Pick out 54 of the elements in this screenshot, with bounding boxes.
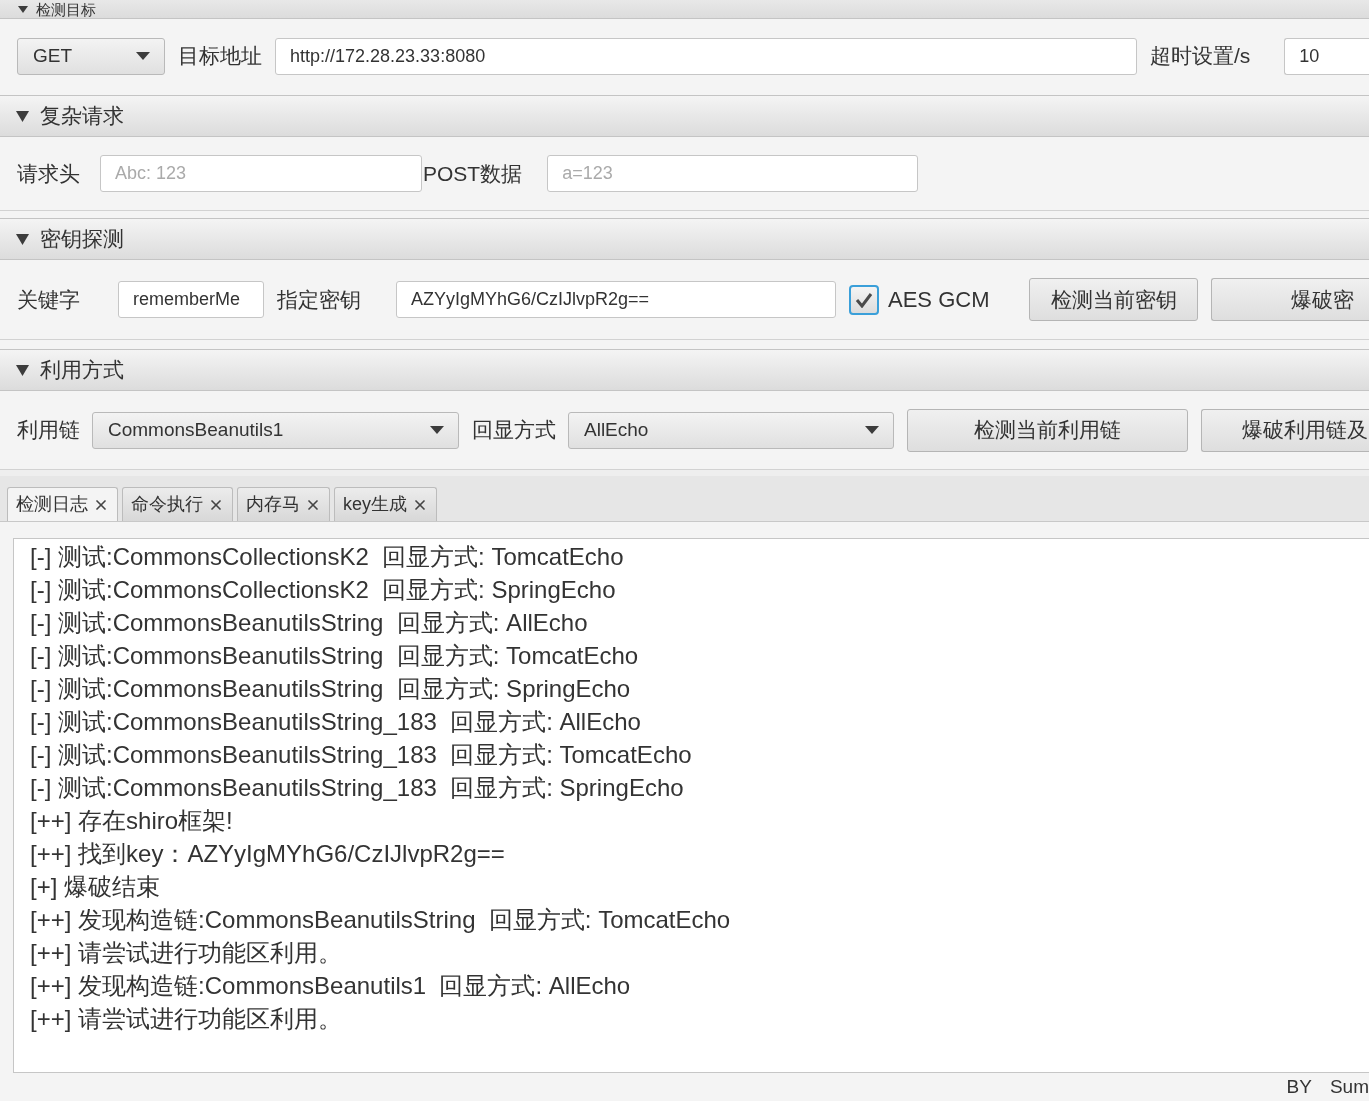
status-text: BY [1286, 1075, 1312, 1099]
log-line: [++] 发现构造链:CommonsBeanutilsString 回显方式: TomcatEcho [30, 905, 731, 935]
tab[interactable]: 内存马 [237, 487, 330, 521]
caret-icon [430, 426, 444, 434]
checkmark-icon [855, 291, 873, 308]
log-line: [++] 找到key：AZYyIgMYhG6/CzIJlvpR2g== [30, 839, 505, 869]
field-label: 指定密钥 [277, 286, 361, 313]
check-chain-button[interactable]: 检测当前利用链 [907, 408, 1188, 452]
field-label: 关键字 [17, 286, 80, 313]
checkbox-label: AES GCM [888, 286, 990, 314]
field-label: 利用链 [17, 417, 80, 444]
keyword-field[interactable]: rememberMe [118, 281, 264, 318]
collapse-triangle-icon[interactable] [16, 364, 29, 376]
key-field[interactable]: AZYyIgMYhG6/CzIJlvpR2g== [396, 281, 836, 318]
log-line: [-] 测试:CommonsBeanutilsString 回显方式: SpringEcho [30, 674, 631, 704]
field-label: 目标地址 [178, 43, 262, 70]
chain-dropdown[interactable]: CommonsBeanutils1 [92, 411, 459, 449]
log-line: [-] 测试:CommonsBeanutilsString 回显方式: TomcatEcho [30, 641, 639, 671]
field-label: 请求头 [17, 160, 80, 187]
collapse-triangle-icon[interactable] [18, 5, 28, 13]
caret-icon [136, 52, 150, 60]
log-line: [++] 请尝试进行功能区利用。 [30, 938, 343, 968]
log-line: [-] 测试:CommonsCollectionsK2 回显方式: TomcatEcho [30, 542, 624, 572]
log-line: [++] 发现构造链:CommonsBeanutils1 回显方式: AllEcho [30, 971, 631, 1001]
field-label: 回显方式 [472, 417, 556, 444]
aes-gcm-checkbox[interactable] [849, 284, 879, 315]
log-line: [++] 请尝试进行功能区利用。 [30, 1004, 343, 1034]
log-line: [-] 测试:CommonsBeanutilsString_183 回显方式: SpringEcho [30, 773, 684, 803]
tab[interactable]: key生成 [334, 487, 437, 521]
check-key-button[interactable]: 检测当前密钥 [1029, 278, 1199, 321]
tab[interactable]: 检测日志 [7, 487, 118, 521]
collapse-triangle-icon[interactable] [16, 110, 29, 122]
collapse-triangle-icon[interactable] [16, 233, 29, 245]
echo-dropdown[interactable]: AllEcho [568, 411, 894, 449]
log-line: [-] 测试:CommonsBeanutilsString_183 回显方式: TomcatEcho [30, 740, 692, 770]
brute-force-chain-button[interactable]: 爆破利用链及 [1201, 408, 1369, 452]
url-field[interactable]: http://172.28.23.33:8080 [275, 37, 1137, 75]
timeout-field[interactable]: 10 [1284, 37, 1369, 75]
method-dropdown[interactable]: GET [17, 37, 165, 75]
section-header[interactable]: 复杂请求 [0, 95, 1369, 137]
log-line: [-] 测试:CommonsBeanutilsString 回显方式: AllEcho [30, 608, 588, 638]
caret-icon [865, 426, 879, 434]
log-line: [-] 测试:CommonsBeanutilsString_183 回显方式: AllEcho [30, 707, 641, 737]
log-line: [++] 存在shiro框架! [30, 806, 233, 836]
section-header[interactable]: 密钥探测 [0, 218, 1369, 260]
section-header[interactable]: 利用方式 [0, 349, 1369, 391]
brute-force-key-button[interactable]: 爆破密 [1211, 278, 1369, 321]
field-label: 超时设置/s [1150, 43, 1251, 70]
status-text: Sum [1329, 1075, 1369, 1099]
log-line: [+] 爆破结束 [30, 872, 161, 902]
field-label: POST数据 [423, 160, 523, 187]
section-header[interactable]: 检测目标 [0, 0, 1369, 19]
tab[interactable]: 命令执行 [122, 487, 233, 521]
log-line: [-] 测试:CommonsCollectionsK2 回显方式: SpringEcho [30, 575, 616, 605]
